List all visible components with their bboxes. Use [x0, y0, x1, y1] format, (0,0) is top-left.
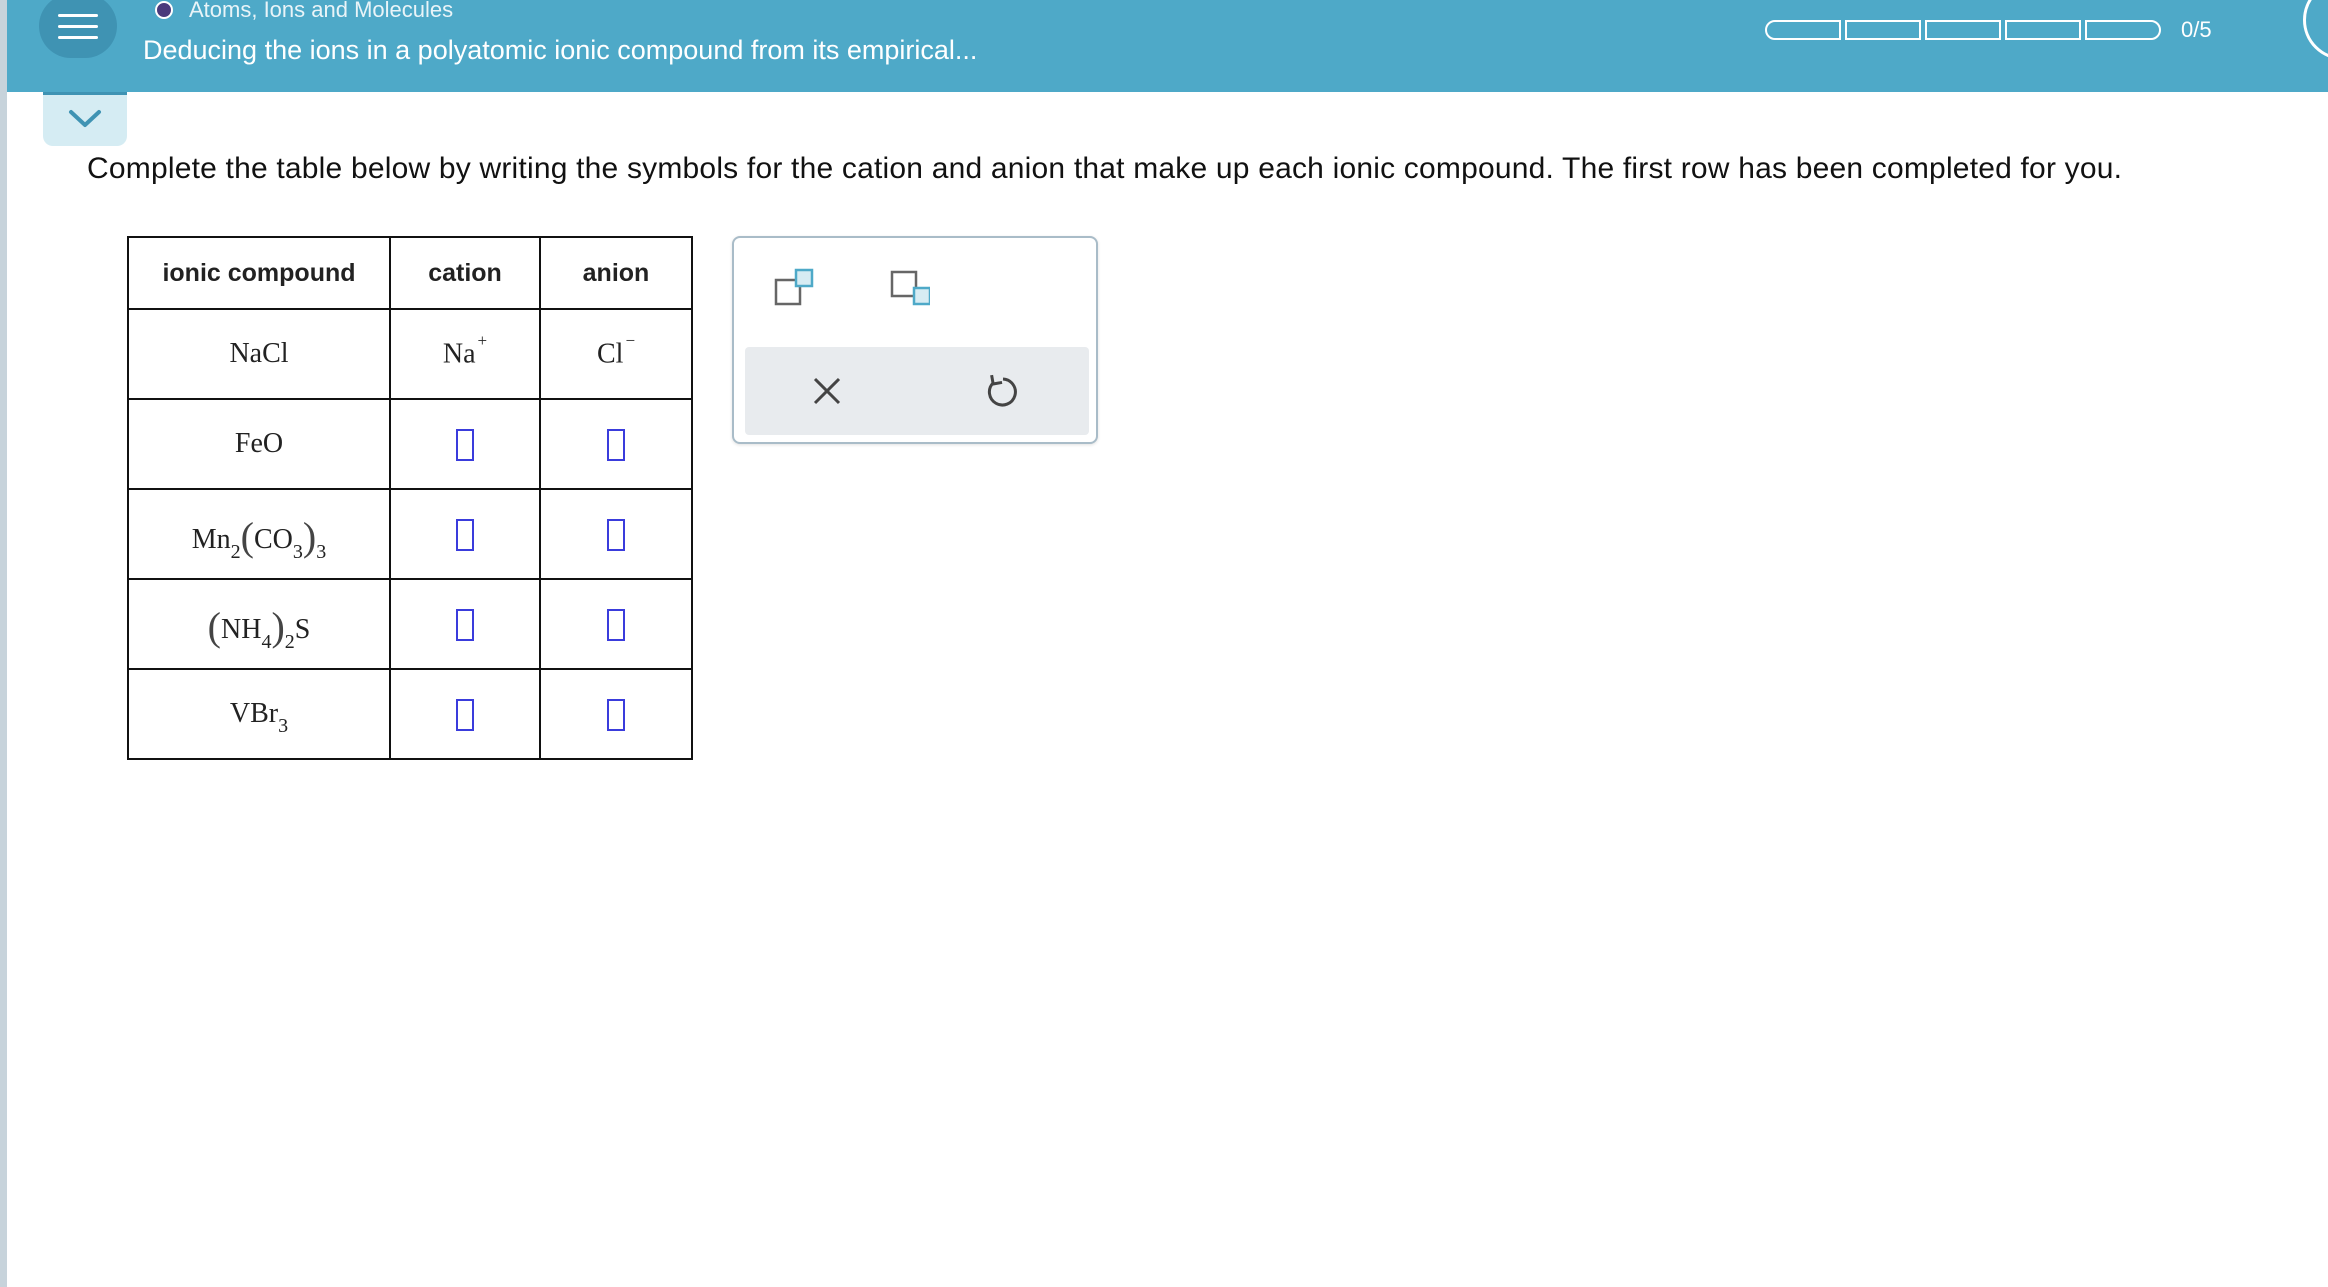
table-row: VBr3: [127, 668, 693, 760]
cation-symbol: Na: [442, 338, 476, 370]
header-anion: anion: [539, 236, 693, 310]
cation-cell: [389, 578, 541, 670]
progress-segment: [2085, 20, 2161, 40]
topic-dot-icon: [155, 1, 173, 19]
anion-answer-input[interactable]: [607, 608, 625, 641]
left-rail: [0, 0, 7, 1287]
answer-tools-panel: [732, 236, 1098, 444]
table-header-row: ionic compound cation anion: [127, 236, 693, 310]
progress-segment: [2005, 20, 2081, 40]
cation-answer-input[interactable]: [456, 608, 474, 641]
table-row: NaCl Na + Cl −: [127, 308, 693, 400]
hamburger-icon: [58, 13, 98, 17]
hamburger-icon: [58, 35, 98, 39]
x-icon[interactable]: [807, 371, 847, 411]
instructions-text: Complete the table below by writing the …: [87, 152, 2123, 185]
undo-icon[interactable]: [981, 371, 1021, 411]
anion-cell: [539, 398, 693, 490]
superscript-box-icon[interactable]: [774, 268, 814, 308]
anion-cell: [539, 578, 693, 670]
cation-charge: +: [477, 331, 488, 351]
tool-action-bar: [745, 347, 1089, 435]
compound-cell: Mn2(CO3)3: [127, 488, 391, 580]
progress-segment: [1845, 20, 1921, 40]
header-bar: Atoms, Ions and Molecules Deducing the i…: [7, 0, 2328, 92]
anion-cell: Cl −: [539, 308, 693, 400]
ions-table: ionic compound cation anion NaCl Na + Cl −…: [127, 236, 693, 760]
anion-symbol: Cl: [596, 338, 624, 370]
cation-cell: [389, 668, 541, 760]
compound-formula: NaCl: [229, 338, 289, 369]
cation-answer-input[interactable]: [456, 698, 474, 731]
table-row: Mn2(CO3)3: [127, 488, 693, 580]
header-cation: cation: [389, 236, 541, 310]
compound-cell: VBr3: [127, 668, 391, 760]
hamburger-icon: [58, 24, 98, 28]
header-ionic-compound: ionic compound: [127, 236, 391, 310]
anion-cell: [539, 668, 693, 760]
compound-formula: FeO: [234, 428, 284, 459]
progress-segment: [1765, 20, 1841, 40]
compound-cell: FeO: [127, 398, 391, 490]
chevron-down-icon: [69, 110, 101, 127]
anion-cell: [539, 488, 693, 580]
cation-answer-input[interactable]: [456, 518, 474, 551]
cation-cell: Na +: [389, 308, 541, 400]
compound-cell: (NH4)2S: [127, 578, 391, 670]
progress-label: 0/5: [2181, 17, 2212, 42]
topic-label: Atoms, Ions and Molecules: [189, 0, 454, 22]
compound-formula: Mn2(CO3)3: [191, 513, 327, 563]
progress-segment: [1925, 20, 2001, 40]
anion-answer-input[interactable]: [607, 428, 625, 461]
compound-formula: (NH4)2S: [207, 603, 311, 653]
side-panel-button[interactable]: [2303, 0, 2328, 60]
menu-button[interactable]: [39, 0, 117, 58]
progress-bar: [1765, 20, 2161, 40]
compound-cell: NaCl: [127, 308, 391, 400]
table-row: (NH4)2S: [127, 578, 693, 670]
anion-answer-input[interactable]: [607, 518, 625, 551]
page-title: Deducing the ions in a polyatomic ionic …: [143, 35, 978, 65]
cation-answer-input[interactable]: [456, 428, 474, 461]
collapse-button[interactable]: [43, 92, 127, 146]
cation-cell: [389, 488, 541, 580]
anion-charge: −: [625, 331, 636, 351]
subscript-box-icon[interactable]: [890, 268, 930, 308]
cation-cell: [389, 398, 541, 490]
compound-formula: VBr3: [229, 698, 289, 737]
table-row: FeO: [127, 398, 693, 490]
anion-answer-input[interactable]: [607, 698, 625, 731]
